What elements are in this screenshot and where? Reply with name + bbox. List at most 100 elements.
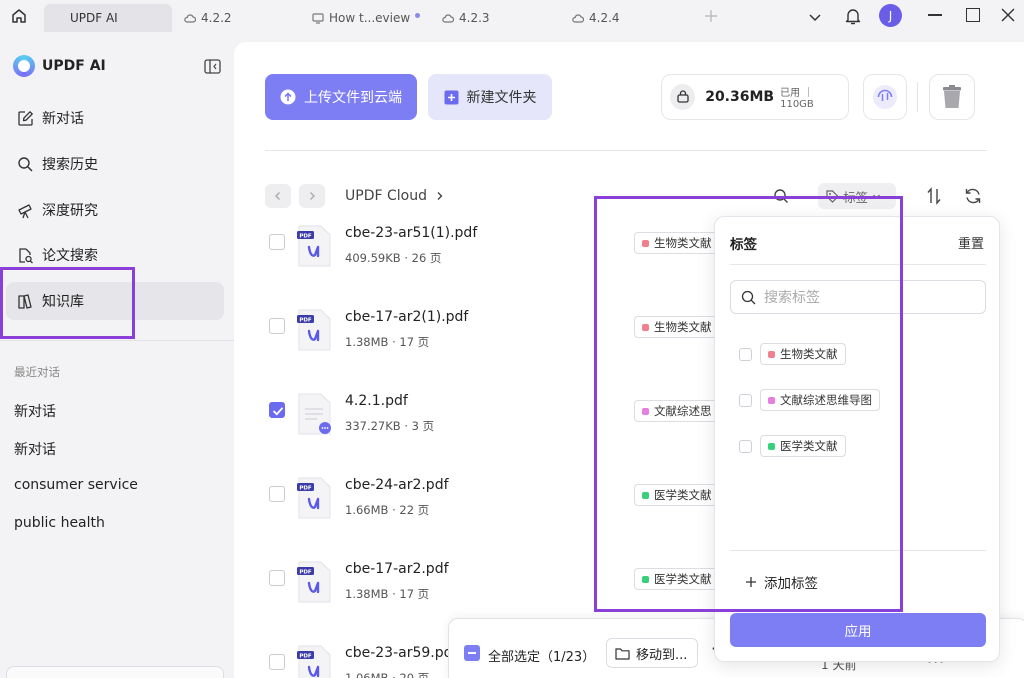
file-row[interactable]: PDF cbe-23-ar51(1).pdf 409.59KB · 26 页生物类文… bbox=[234, 220, 774, 267]
tag-option-checkbox[interactable] bbox=[739, 347, 752, 361]
close-icon[interactable] bbox=[1000, 7, 1016, 23]
sidebar-item-new-chat[interactable]: 新对话 bbox=[6, 99, 224, 137]
tab-4-2-2[interactable]: 4.2.2 bbox=[184, 4, 232, 32]
maximize-icon[interactable] bbox=[966, 8, 980, 22]
chevron-down-icon[interactable] bbox=[808, 10, 822, 24]
file-tag-chip[interactable]: 生物类文献 bbox=[634, 316, 720, 338]
toolbar-separator bbox=[265, 150, 987, 151]
tag-icon bbox=[826, 189, 839, 203]
bell-icon[interactable] bbox=[844, 6, 862, 26]
tag-option-label: 生物类文献 bbox=[780, 347, 838, 361]
new-folder-button-label: 新建文件夹 bbox=[466, 90, 537, 106]
tab-updf-ai[interactable]: UPDF AI bbox=[44, 4, 172, 32]
file-tag-chip[interactable]: 生物类文献 bbox=[634, 232, 720, 254]
apply-button[interactable]: 应用 bbox=[730, 613, 986, 647]
storage-total: 已用 ｜ 110GB bbox=[780, 88, 814, 110]
sidebar-item-label: 知识库 bbox=[42, 294, 84, 310]
file-checkbox[interactable] bbox=[269, 486, 285, 502]
file-checkbox[interactable] bbox=[269, 570, 285, 586]
sidebar-item-paper-search[interactable]: 论文搜索 bbox=[6, 236, 224, 274]
recent-item[interactable]: public health bbox=[14, 515, 105, 531]
tag-option-label: 文献综述思维导图 bbox=[780, 393, 872, 407]
recent-item[interactable]: 新对话 bbox=[14, 439, 56, 459]
file-checkbox[interactable] bbox=[269, 318, 285, 334]
sidebar-item-deep-research[interactable]: 深度研究 bbox=[6, 191, 224, 229]
file-name[interactable]: cbe-17-ar2(1).pdf bbox=[345, 309, 468, 325]
file-tag-label: 生物类文献 bbox=[654, 236, 712, 250]
file-tag-chip[interactable]: 医学类文献 bbox=[634, 484, 720, 506]
home-icon[interactable] bbox=[10, 7, 28, 25]
minimize-icon[interactable] bbox=[928, 14, 942, 16]
tab-4-2-4[interactable]: 4.2.4 bbox=[572, 4, 620, 32]
upload-to-cloud-button[interactable]: 上传文件到云端 bbox=[265, 74, 417, 120]
file-tag-chip[interactable]: 医学类文献 bbox=[634, 568, 720, 590]
tag-option[interactable]: 生物类文献 bbox=[739, 343, 846, 365]
file-name[interactable]: cbe-23-ar59.pdf bbox=[345, 645, 457, 661]
tag-option-chip[interactable]: 生物类文献 bbox=[760, 343, 846, 365]
doc-search-icon bbox=[19, 247, 33, 263]
sync-button[interactable] bbox=[863, 74, 907, 120]
move-to-button[interactable]: 移动到... bbox=[606, 638, 698, 668]
move-to-label: 移动到... bbox=[636, 647, 688, 663]
select-all-checkbox[interactable] bbox=[464, 645, 480, 661]
sidebar-item-search-history[interactable]: 搜索历史 bbox=[6, 145, 224, 183]
tag-option-checkbox[interactable] bbox=[739, 439, 752, 453]
back-button[interactable] bbox=[265, 184, 291, 208]
upload-button-label: 上传文件到云端 bbox=[304, 90, 402, 106]
tag-option-checkbox[interactable] bbox=[739, 393, 752, 407]
tag-option[interactable]: 医学类文献 bbox=[739, 435, 846, 457]
file-name[interactable]: cbe-23-ar51(1).pdf bbox=[345, 225, 477, 241]
sidebar-bottom-card[interactable] bbox=[6, 666, 224, 678]
new-tab-plus-icon[interactable] bbox=[703, 8, 719, 24]
sidebar-item-label: 深度研究 bbox=[42, 203, 98, 219]
file-checkbox[interactable] bbox=[269, 654, 285, 670]
reset-button[interactable]: 重置 bbox=[958, 233, 984, 252]
collapse-sidebar-icon[interactable] bbox=[204, 59, 221, 74]
sidebar-item-knowledge-base[interactable]: 知识库 bbox=[6, 282, 224, 320]
file-row[interactable]: PDF cbe-17-ar2(1).pdf 1.38MB · 17 页生物类文献 bbox=[234, 262, 774, 351]
document-chat-icon bbox=[297, 393, 331, 435]
tag-filter-popup: 标签 重置 搜索标签 生物类文献 文献综述思维导图 医学类文献 添加标签 应用 bbox=[714, 216, 1000, 662]
tag-filter-label: 标签 bbox=[843, 189, 869, 205]
file-name[interactable]: cbe-17-ar2.pdf bbox=[345, 561, 449, 577]
chevron-left-icon bbox=[275, 192, 280, 200]
breadcrumb-root[interactable]: UPDF Cloud bbox=[345, 188, 427, 204]
recent-header: 最近对话 bbox=[14, 365, 60, 379]
file-tag-chip[interactable]: 文献综述思 bbox=[634, 400, 720, 422]
add-tag-label: 添加标签 bbox=[764, 576, 818, 592]
forward-button[interactable] bbox=[299, 184, 325, 208]
search-files-icon[interactable] bbox=[773, 188, 789, 204]
file-checkbox[interactable] bbox=[269, 402, 285, 418]
tag-option-chip[interactable]: 医学类文献 bbox=[760, 435, 846, 457]
tab-label: 4.2.3 bbox=[459, 11, 490, 25]
recent-item[interactable]: consumer service bbox=[14, 477, 138, 493]
tag-color-dot bbox=[642, 575, 649, 583]
file-name[interactable]: 4.2.1.pdf bbox=[345, 393, 408, 409]
select-all-label[interactable]: 全部选定（1/23） bbox=[488, 646, 595, 665]
tag-option-label: 医学类文献 bbox=[780, 439, 838, 453]
cloud-icon bbox=[184, 14, 196, 23]
file-row[interactable]: PDF cbe-17-ar2.pdf 1.38MB · 17 页医学类文献 bbox=[234, 514, 774, 603]
trash-button[interactable] bbox=[929, 74, 975, 120]
new-folder-button[interactable]: 新建文件夹 bbox=[428, 74, 552, 120]
tag-option-chip[interactable]: 文献综述思维导图 bbox=[760, 389, 880, 411]
avatar[interactable]: J bbox=[879, 4, 902, 27]
add-tag-button[interactable]: 添加标签 bbox=[745, 572, 818, 592]
brand-name: UPDF AI bbox=[42, 58, 106, 74]
file-checkbox[interactable] bbox=[269, 234, 285, 250]
file-row[interactable]: 4.2.1.pdf 337.27KB · 3 页文献综述思 bbox=[234, 346, 774, 435]
tag-color-dot bbox=[768, 350, 775, 358]
tag-search-input[interactable]: 搜索标签 bbox=[730, 280, 986, 314]
tab-label: 4.2.4 bbox=[589, 11, 620, 25]
tab-how-to-review[interactable]: How t...eview bbox=[312, 4, 410, 32]
tag-filter-button[interactable]: 标签 bbox=[818, 183, 896, 209]
file-name[interactable]: cbe-24-ar2.pdf bbox=[345, 477, 449, 493]
file-row[interactable]: PDF cbe-24-ar2.pdf 1.66MB · 22 页医学类文献 bbox=[234, 430, 774, 519]
recent-item[interactable]: 新对话 bbox=[14, 401, 56, 421]
tag-option[interactable]: 文献综述思维导图 bbox=[739, 389, 880, 411]
tab-4-2-3[interactable]: 4.2.3 bbox=[442, 4, 490, 32]
sort-icon[interactable] bbox=[926, 187, 942, 205]
storage-indicator[interactable]: 20.36MB 已用 ｜ 110GB bbox=[661, 74, 849, 120]
breadcrumb[interactable]: UPDF Cloud bbox=[345, 188, 444, 204]
refresh-icon[interactable] bbox=[964, 187, 982, 205]
